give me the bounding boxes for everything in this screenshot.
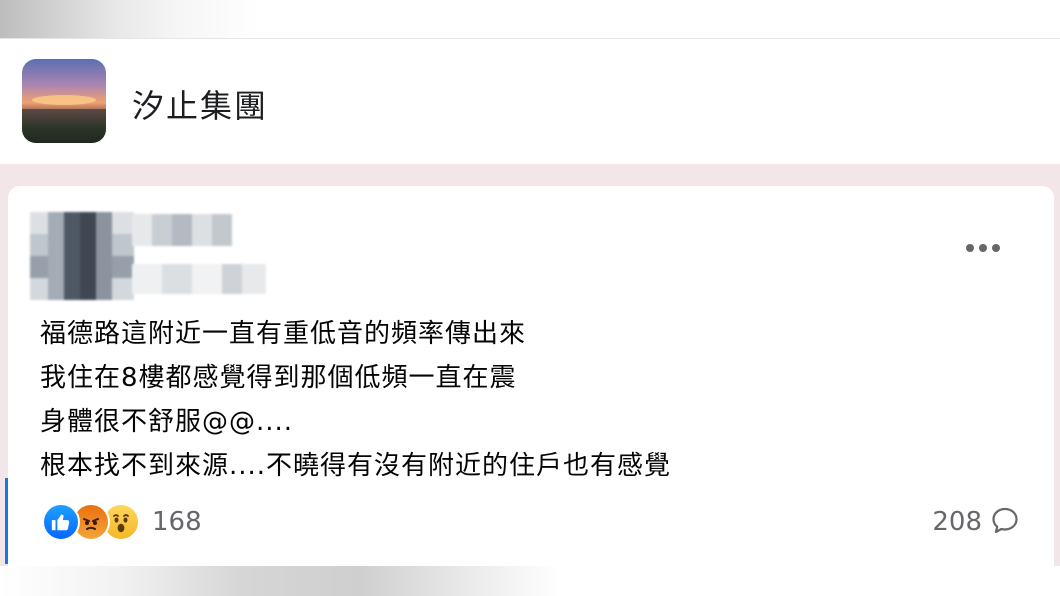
- comments-summary[interactable]: 208: [932, 502, 1020, 542]
- more-options-button[interactable]: [958, 230, 1008, 266]
- reactions-summary[interactable]: 168: [42, 502, 202, 542]
- reaction-count: 168: [152, 507, 202, 537]
- poster-name-pixelated[interactable]: [132, 214, 232, 246]
- more-dots-icon: [966, 244, 974, 252]
- cityscape: [22, 109, 106, 143]
- post-meta-pixelated: [132, 264, 266, 294]
- group-name[interactable]: 汐止集團: [132, 81, 268, 127]
- blurred-top-edge: [0, 0, 1060, 38]
- post-left-accent: [5, 478, 8, 564]
- blurred-bottom-edge: [0, 566, 1060, 596]
- post-line: 我住在8樓都感覺得到那個低頻一直在震: [40, 363, 517, 393]
- post-body: 福德路這附近一直有重低音的頻率傳出來 我住在8樓都感覺得到那個低頻一直在震 身體…: [40, 312, 980, 488]
- like-reaction-icon: [42, 503, 80, 541]
- more-dots-icon: [979, 244, 987, 252]
- group-header: 汐止集團: [0, 38, 1060, 164]
- post-line: 根本找不到來源....不曉得有沒有附近的住戶也有感覺: [40, 451, 672, 481]
- poster-avatar-pixelated[interactable]: [30, 212, 134, 300]
- post-line: 福德路這附近一直有重低音的頻率傳出來: [40, 319, 527, 349]
- more-dots-icon: [992, 244, 1000, 252]
- group-avatar[interactable]: [22, 59, 106, 143]
- sunset-glow: [32, 95, 96, 105]
- comment-bubble-icon: [990, 505, 1020, 539]
- post-line: 身體很不舒服@@....: [40, 407, 294, 437]
- comment-count: 208: [932, 507, 982, 537]
